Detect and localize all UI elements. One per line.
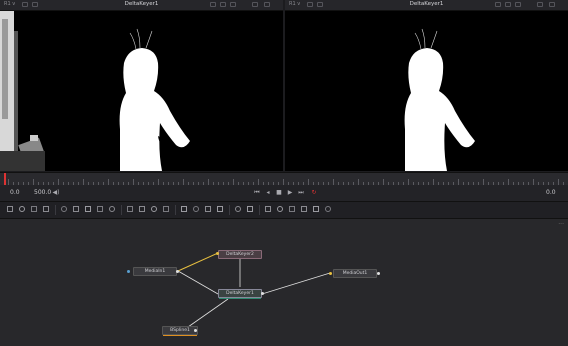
particles-icon[interactable] bbox=[234, 205, 242, 214]
stop-icon[interactable]: ■ bbox=[275, 188, 283, 197]
node-deltakeyer2-label: DeltaKeyer2 bbox=[226, 252, 254, 257]
more-icon[interactable] bbox=[264, 2, 270, 7]
split-icon[interactable] bbox=[252, 2, 258, 7]
tool-bar bbox=[0, 202, 568, 219]
link-mediain-to-deltakeyer2 bbox=[177, 252, 219, 272]
merge-icon[interactable] bbox=[126, 205, 134, 214]
node-mediain[interactable]: MediaIn1 bbox=[133, 267, 177, 276]
transport-bar: 0.0 500.0 ◀) ⏮ ◂ ■ ▶ ⏭ ↻ 0.0 bbox=[0, 185, 568, 202]
toolbar-separator bbox=[259, 205, 260, 215]
node-deltakeyer1-label: DeltaKeyer1 bbox=[226, 291, 254, 296]
merge3d-icon[interactable] bbox=[276, 205, 284, 214]
link-bspline-to-deltakeyer1 bbox=[187, 298, 229, 328]
text3d-icon[interactable] bbox=[324, 205, 332, 214]
right-viewer-header: R1 v DeltaKeyer1 bbox=[285, 0, 568, 11]
more-icon[interactable] bbox=[549, 2, 555, 7]
mediain-output-port[interactable] bbox=[176, 270, 179, 273]
transform-icon[interactable] bbox=[138, 205, 146, 214]
node-mediaout[interactable]: MediaOut1 bbox=[333, 269, 377, 278]
mediain-input-port[interactable] bbox=[127, 270, 130, 273]
bspline-mask-icon[interactable] bbox=[216, 205, 224, 214]
lut-icon[interactable] bbox=[515, 2, 521, 7]
matte-icon[interactable] bbox=[108, 205, 116, 214]
node-links bbox=[177, 252, 331, 328]
paint-icon[interactable] bbox=[18, 205, 26, 214]
go-to-start-icon[interactable]: ⏮ bbox=[253, 188, 261, 197]
toolbar-separator bbox=[229, 205, 230, 215]
node-mediaout-label: MediaOut1 bbox=[342, 271, 368, 276]
node-deltakeyer2[interactable]: DeltaKeyer2 bbox=[218, 250, 262, 259]
color-corrector-icon[interactable] bbox=[72, 205, 80, 214]
renderer3d-icon[interactable] bbox=[288, 205, 296, 214]
left-viewer-header: R1 v DeltaKeyer1 bbox=[0, 0, 283, 11]
mediaout-input-port[interactable] bbox=[329, 272, 332, 275]
zoom-icon[interactable] bbox=[495, 2, 501, 7]
deltakeyer1-output-port[interactable] bbox=[261, 292, 264, 295]
node-bspline[interactable]: BSpline1 bbox=[162, 326, 198, 336]
current-frame[interactable]: 500.0 bbox=[34, 189, 51, 196]
bspline-output-port[interactable] bbox=[194, 329, 197, 332]
node-editor[interactable]: ··· MediaIn1 DeltaKeyer2 DeltaKeyer1 Med… bbox=[0, 219, 568, 346]
lut-icon[interactable] bbox=[230, 2, 236, 7]
left-viewer[interactable] bbox=[0, 11, 283, 171]
end-time[interactable]: 0.0 bbox=[546, 189, 556, 196]
left-matte-image bbox=[0, 11, 283, 171]
step-back-icon[interactable]: ◂ bbox=[264, 188, 272, 197]
loop-icon[interactable]: ↻ bbox=[310, 188, 318, 197]
shape3d-icon[interactable] bbox=[264, 205, 272, 214]
step-forward-icon[interactable]: ⏭ bbox=[297, 188, 305, 197]
left-viewer-title: DeltaKeyer1 bbox=[124, 1, 159, 7]
node-mediain-label: MediaIn1 bbox=[144, 269, 166, 274]
ellipse-mask-icon[interactable] bbox=[192, 205, 200, 214]
play-icon[interactable]: ▶ bbox=[286, 188, 294, 197]
deltakeyer1-status-bar bbox=[219, 298, 261, 299]
polygon-mask-icon[interactable] bbox=[204, 205, 212, 214]
brush-icon[interactable] bbox=[42, 205, 50, 214]
right-matte-image bbox=[285, 11, 568, 171]
link-deltakeyer1-to-mediaout bbox=[261, 272, 331, 295]
curves-icon[interactable] bbox=[84, 205, 92, 214]
background-icon[interactable] bbox=[6, 205, 14, 214]
node-bspline-label: BSpline1 bbox=[170, 328, 190, 333]
link-mediain-to-deltakeyer1 bbox=[177, 270, 219, 295]
toolbar-separator bbox=[55, 205, 56, 215]
split-icon[interactable] bbox=[537, 2, 543, 7]
time-ruler[interactable] bbox=[0, 172, 568, 186]
fusion-app: R1 v DeltaKeyer1 R1 v DeltaKeyer1 0.0 50… bbox=[0, 0, 568, 346]
mediaout-output-port[interactable] bbox=[377, 272, 380, 275]
right-viewer[interactable] bbox=[285, 11, 568, 171]
crop-icon[interactable] bbox=[150, 205, 158, 214]
playhead[interactable] bbox=[4, 173, 6, 185]
roi-icon[interactable] bbox=[220, 2, 226, 7]
start-time[interactable]: 0.0 bbox=[10, 189, 20, 196]
roi-icon[interactable] bbox=[505, 2, 511, 7]
emitter-icon[interactable] bbox=[246, 205, 254, 214]
blur-icon[interactable] bbox=[60, 205, 68, 214]
toolbar-separator bbox=[175, 205, 176, 215]
right-viewer-title: DeltaKeyer1 bbox=[409, 1, 444, 7]
rectangle-mask-icon[interactable] bbox=[180, 205, 188, 214]
node-deltakeyer1[interactable]: DeltaKeyer1 bbox=[218, 289, 262, 299]
zoom-icon[interactable] bbox=[210, 2, 216, 7]
toolbar-separator bbox=[121, 205, 122, 215]
text-icon[interactable] bbox=[30, 205, 38, 214]
resize-icon[interactable] bbox=[162, 205, 170, 214]
bspline-status-bar bbox=[163, 335, 197, 336]
deltakeyer2-input-port[interactable] bbox=[216, 252, 219, 255]
hue-icon[interactable] bbox=[96, 205, 104, 214]
light3d-icon[interactable] bbox=[312, 205, 320, 214]
audio-icon[interactable]: ◀) bbox=[52, 188, 60, 197]
camera3d-icon[interactable] bbox=[300, 205, 308, 214]
